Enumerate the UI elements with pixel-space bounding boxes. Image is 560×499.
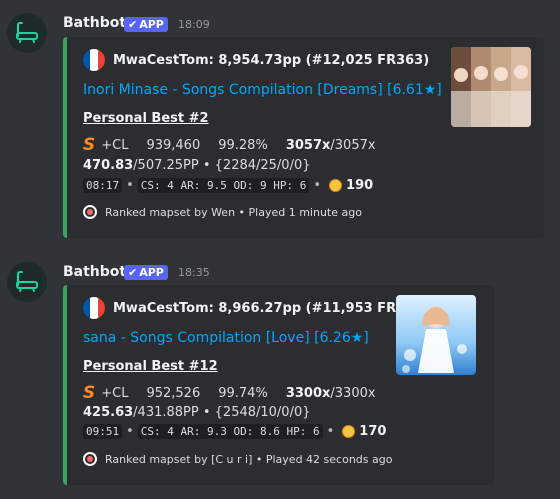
map-stats: CS: 4 AR: 9.5 OD: 9 HP: 6 (137, 178, 310, 193)
checkmark-icon: ✔ (128, 18, 138, 31)
bathtub-icon (16, 22, 38, 43)
author-text: MwaCestTom: 8,966.27pp (#11,953 FR363) (113, 300, 430, 316)
beatmap-thumbnail[interactable] (396, 295, 476, 375)
timestamp[interactable]: 18:09 (178, 18, 210, 31)
accuracy-value: 99.74% (218, 385, 268, 401)
bpm-value: 190 (346, 178, 374, 193)
score-embed: MwaCestTom: 8,966.27pp (#11,953 FR363) s… (63, 285, 494, 485)
map-info-line: 09:51 • CS: 4 AR: 9.3 OD: 8.6 HP: 6 • 17… (83, 424, 386, 439)
app-badge-label: APP (139, 18, 164, 31)
osu-circle-icon (83, 452, 97, 466)
pp-line: 470.83 /507.25PP • {2284/25/0/0} (83, 158, 311, 173)
map-length: 08:17 (83, 178, 123, 193)
france-flag-icon (83, 49, 105, 71)
app-badge: ✔ APP (124, 17, 168, 32)
accuracy-value: 99.28% (218, 137, 268, 153)
mods: +CL (101, 385, 129, 401)
beatmap-title-link[interactable]: sana - Songs Compilation [Love] [6.26★] (83, 330, 369, 346)
footer-text: Ranked mapset by [C u r i] • Played 42 s… (105, 452, 393, 466)
score-embed: MwaCestTom: 8,954.73pp (#12,025 FR363) I… (63, 37, 544, 238)
metronome-icon (342, 425, 356, 438)
username[interactable]: Bathbot (63, 15, 126, 31)
embed-footer: Ranked mapset by Wen • Played 1 minute a… (83, 205, 362, 219)
pp-value: 470.83 (83, 158, 134, 173)
pp-line: 425.63 /431.88PP • {2548/10/0/0} (83, 405, 311, 420)
pp-details: /431.88PP • {2548/10/0/0} (133, 405, 311, 420)
personal-best-heading: Personal Best #12 (83, 359, 218, 374)
pp-details: /507.25PP • {2284/25/0/0} (133, 158, 311, 173)
osu-circle-icon (83, 205, 97, 219)
embed-author[interactable]: MwaCestTom: 8,954.73pp (#12,025 FR363) (83, 49, 429, 71)
timestamp[interactable]: 18:35 (178, 266, 210, 279)
personal-best-heading: Personal Best #2 (83, 111, 209, 126)
footer-text: Ranked mapset by Wen • Played 1 minute a… (105, 205, 362, 219)
bpm-value: 170 (359, 424, 387, 439)
score-line: S +CL 939,460 99.28% 3057x /3057x (83, 135, 376, 155)
beatmap-title-link[interactable]: Inori Minase - Songs Compilation [Dreams… (83, 82, 442, 98)
max-combo-value: /3057x (330, 137, 376, 153)
embed-footer: Ranked mapset by [C u r i] • Played 42 s… (83, 452, 392, 466)
beatmap-thumbnail[interactable] (451, 47, 531, 127)
app-badge: ✔ APP (124, 265, 168, 280)
checkmark-icon: ✔ (128, 266, 138, 279)
score-value: 952,526 (146, 385, 201, 401)
grade-s-icon: S (83, 135, 96, 155)
map-info-line: 08:17 • CS: 4 AR: 9.5 OD: 9 HP: 6 • 190 (83, 178, 373, 193)
app-badge-label: APP (139, 266, 164, 279)
score-line: S +CL 952,526 99.74% 3300x /3300x (83, 383, 376, 403)
metronome-icon (329, 179, 343, 192)
bot-avatar[interactable] (7, 262, 47, 302)
username[interactable]: Bathbot (63, 264, 126, 280)
map-length: 09:51 (83, 424, 123, 439)
france-flag-icon (83, 297, 105, 319)
bathtub-icon (16, 271, 38, 292)
bot-avatar[interactable] (7, 13, 47, 53)
combo-value: 3300x (285, 385, 331, 401)
pp-value: 425.63 (83, 405, 134, 420)
author-text: MwaCestTom: 8,954.73pp (#12,025 FR363) (113, 52, 430, 68)
grade-s-icon: S (83, 383, 96, 403)
map-stats: CS: 4 AR: 9.3 OD: 8.6 HP: 6 (137, 424, 323, 439)
mods: +CL (101, 137, 129, 153)
combo-value: 3057x (285, 137, 331, 153)
embed-author[interactable]: MwaCestTom: 8,966.27pp (#11,953 FR363) (83, 297, 429, 319)
score-value: 939,460 (146, 137, 201, 153)
max-combo-value: /3300x (330, 385, 376, 401)
